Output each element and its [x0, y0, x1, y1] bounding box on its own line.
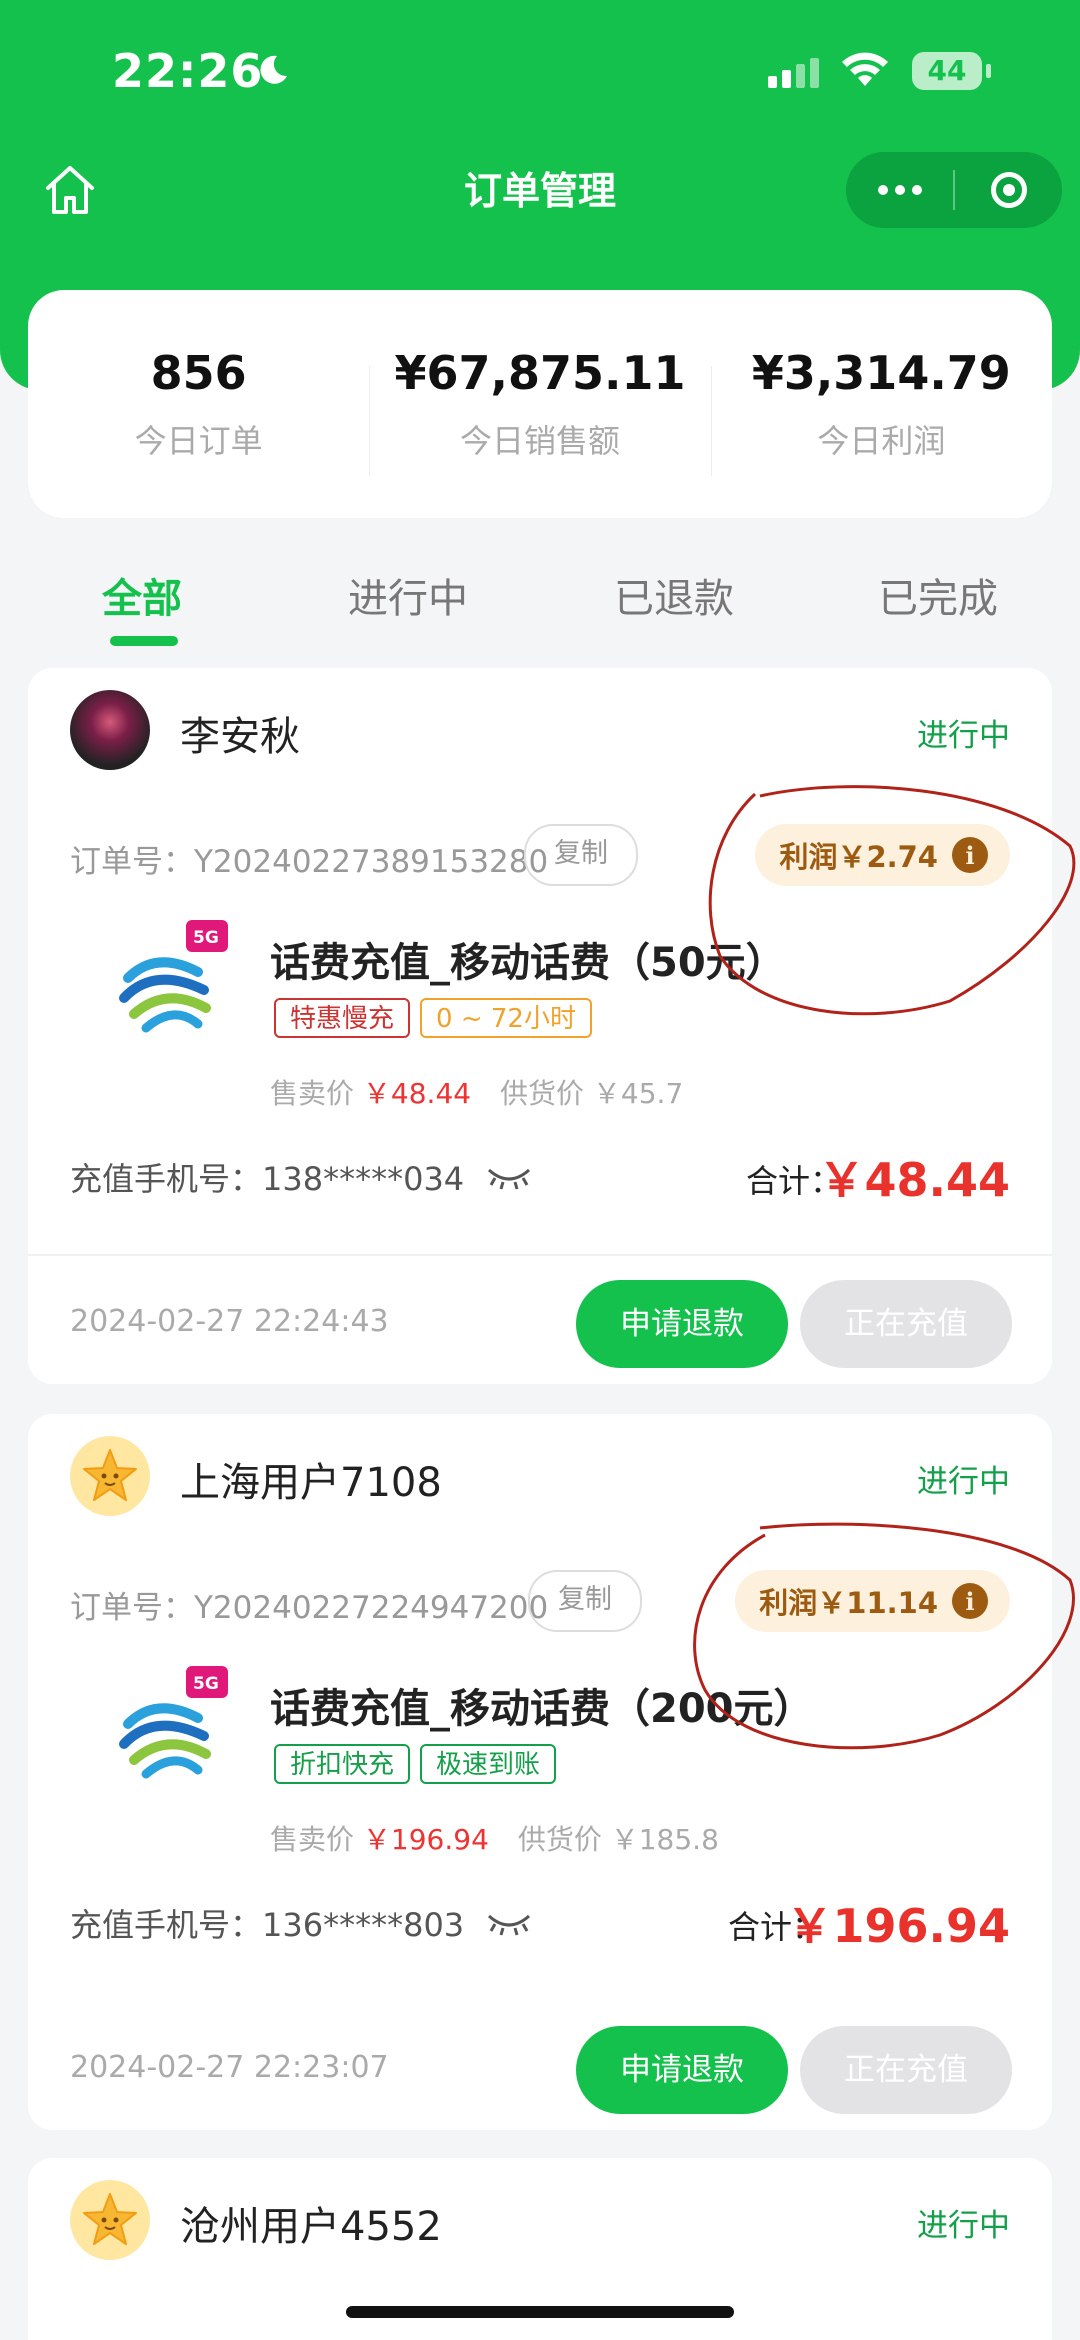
order-number: 订单号：Y20240227389153280: [70, 836, 548, 881]
order-number: 订单号：Y20240227224947200: [70, 1582, 548, 1627]
stat-profit: ¥3,314.79 今日利润: [710, 346, 1052, 476]
close-mini-program-button[interactable]: [955, 152, 1062, 228]
order-card[interactable]: 上海用户7108 进行中 订单号：Y20240227224947200 复制 利…: [28, 1414, 1052, 2130]
tag: 极速到账: [420, 1744, 557, 1784]
customer-name: 上海用户7108: [180, 1460, 442, 1506]
stat-orders: 856 今日订单: [28, 346, 369, 462]
profit-text: 利润￥11.14: [759, 1586, 938, 1620]
star-icon: [83, 1449, 137, 1501]
supply-price: ￥45.7: [592, 1077, 684, 1110]
order-tabs: 全部 进行中 已退款 已完成: [0, 548, 1080, 658]
sell-price-label: 售卖价: [270, 1823, 355, 1856]
battery-nub: [986, 64, 991, 78]
china-mobile-5g-logo: 5G: [119, 920, 228, 1033]
avatar: [70, 2180, 150, 2260]
profit-badge[interactable]: 利润￥11.14 i: [735, 1570, 1010, 1632]
svg-text:5G: 5G: [193, 1674, 219, 1694]
stats-card: 856 今日订单 ¥67,875.11 今日销售额 ¥3,314.79 今日利润: [28, 290, 1052, 518]
phone-number: 充值手机号：136*****803: [70, 1906, 465, 1944]
stat-label: 今日销售额: [459, 422, 620, 460]
product-title: 话费充值_移动话费（200元）: [270, 1686, 814, 1732]
home-indicator: [346, 2306, 734, 2318]
profit-badge[interactable]: 利润￥2.74 i: [755, 824, 1010, 886]
copy-button[interactable]: 复制: [524, 824, 638, 886]
target-icon: [990, 172, 1027, 208]
tab-refunded[interactable]: 已退款: [614, 566, 734, 624]
order-number-label: 订单号：: [70, 1590, 194, 1626]
order-datetime: 2024-02-27 22:23:07: [70, 2050, 389, 2085]
supply-price-label: 供货价: [517, 1823, 602, 1856]
product-tags: 折扣快充 极速到账: [274, 1744, 557, 1784]
product-tags: 特惠慢充 0 ~ 72小时: [274, 998, 592, 1038]
tag: 特惠慢充: [274, 998, 411, 1038]
mini-program-capsule: [846, 152, 1062, 228]
sell-price: ￥196.94: [362, 1823, 489, 1856]
stat-label: 今日订单: [134, 422, 263, 460]
moon-icon: [260, 55, 287, 84]
hidden-eye-icon[interactable]: [486, 1910, 532, 1936]
active-tab-indicator: [110, 636, 178, 646]
hidden-eye-icon[interactable]: [486, 1164, 532, 1190]
product-title: 话费充值_移动话费（50元）: [270, 940, 786, 986]
refund-button[interactable]: 申请退款: [576, 2026, 788, 2114]
status-bar: 22:26 44: [0, 0, 1080, 140]
tab-all[interactable]: 全部: [102, 566, 182, 624]
phone-number: 充值手机号：138*****034: [70, 1160, 465, 1198]
order-status: 进行中: [917, 2208, 1010, 2244]
order-number-value: Y20240227389153280: [194, 844, 549, 880]
more-icon: [877, 185, 922, 195]
tab-in-progress[interactable]: 进行中: [348, 566, 468, 624]
svg-text:5G: 5G: [193, 928, 219, 948]
stat-value: ¥67,875.11: [394, 346, 686, 400]
more-button[interactable]: [846, 152, 953, 228]
order-card[interactable]: 李安秋 进行中 订单号：Y20240227389153280 复制 利润￥2.7…: [28, 668, 1052, 1384]
customer-name: 李安秋: [180, 714, 300, 760]
price-line: 售卖价 ￥48.44 供货价 ￥45.7: [270, 1072, 683, 1112]
order-datetime: 2024-02-27 22:24:43: [70, 1304, 389, 1339]
profit-text: 利润￥2.74: [779, 840, 938, 874]
order-number-value: Y20240227224947200: [194, 1590, 549, 1626]
total-amount: ￥48.44: [818, 1153, 1010, 1207]
card-divider: [28, 1254, 1052, 1256]
stat-label: 今日利润: [817, 422, 946, 460]
info-icon: i: [952, 837, 988, 873]
stat-sales: ¥67,875.11 今日销售额: [369, 346, 710, 476]
sell-price: ￥48.44: [362, 1077, 472, 1110]
stat-value: ¥3,314.79: [751, 346, 1011, 400]
charging-button[interactable]: 正在充值: [800, 1280, 1012, 1368]
copy-button[interactable]: 复制: [528, 1570, 642, 1632]
order-status: 进行中: [917, 718, 1010, 754]
tag: 0 ~ 72小时: [420, 998, 592, 1038]
info-icon: i: [952, 1583, 988, 1619]
customer-name: 沧州用户4552: [180, 2204, 442, 2250]
order-number-label: 订单号：: [70, 844, 194, 880]
avatar: [70, 1436, 150, 1516]
price-line: 售卖价 ￥196.94 供货价 ￥185.8: [270, 1818, 719, 1858]
recharge-phone: 充值手机号：138*****034: [70, 1154, 532, 1200]
sell-price-label: 售卖价: [270, 1077, 355, 1110]
tag: 折扣快充: [274, 1744, 411, 1784]
recharge-phone: 充值手机号：136*****803: [70, 1900, 532, 1946]
stat-value: 856: [150, 346, 247, 400]
wifi-icon: [842, 52, 888, 86]
status-time: 22:26: [112, 44, 264, 98]
total-amount: ￥196.94: [786, 1899, 1010, 1953]
charging-button[interactable]: 正在充值: [800, 2026, 1012, 2114]
avatar: [70, 690, 150, 770]
china-mobile-5g-logo: 5G: [119, 1666, 228, 1779]
signal-icon: [768, 58, 819, 88]
refund-button[interactable]: 申请退款: [576, 1280, 788, 1368]
order-status: 进行中: [917, 1464, 1010, 1500]
supply-price: ￥185.8: [610, 1823, 719, 1856]
battery-indicator: 44: [912, 52, 982, 90]
tab-completed[interactable]: 已完成: [878, 566, 998, 624]
supply-price-label: 供货价: [500, 1077, 585, 1110]
star-icon: [83, 2193, 137, 2245]
